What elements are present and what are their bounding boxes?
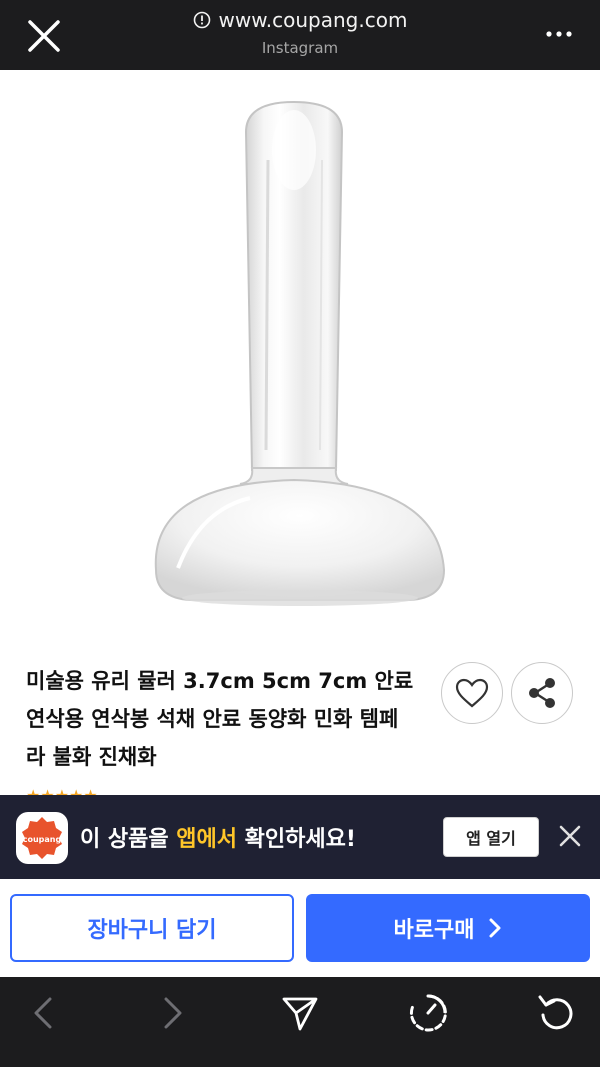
coupang-logo-text: coupang: [23, 835, 62, 844]
timer-icon[interactable]: [408, 993, 448, 1033]
product-title: 미술용 유리 뮬러 3.7cm 5cm 7cm 안료 연삭용 연삭봉 석채 안료…: [26, 669, 414, 769]
url-text: www.coupang.com: [218, 8, 408, 32]
banner-text-pre: 이 상품을: [80, 827, 177, 852]
banner-text-highlight: 앱에서: [176, 827, 238, 852]
browser-bottom-nav: [0, 977, 600, 1067]
buy-now-label: 바로구매: [393, 918, 475, 943]
heart-icon: [455, 678, 489, 708]
coupang-logo: coupang: [16, 812, 68, 864]
send-icon[interactable]: [280, 993, 320, 1033]
more-icon[interactable]: [544, 26, 574, 42]
browser-top-bar: www.coupang.com Instagram: [0, 0, 600, 70]
wishlist-button[interactable]: [441, 662, 503, 724]
glass-muller-image: [154, 100, 446, 606]
add-to-cart-button[interactable]: 장바구니 담기: [10, 894, 294, 962]
refresh-icon[interactable]: [536, 993, 576, 1033]
chevron-right-icon: [489, 918, 501, 938]
source-label: Instagram: [261, 39, 339, 57]
url-area[interactable]: www.coupang.com Instagram: [0, 8, 600, 57]
banner-text-post: 확인하세요!: [237, 827, 356, 852]
purchase-actions: 장바구니 담기 바로구매: [0, 879, 600, 977]
product-image: [0, 70, 600, 640]
app-install-banner: coupang 이 상품을 앱에서 확인하세요! 앱 열기: [0, 795, 600, 879]
coupang-badge-icon: coupang: [22, 817, 62, 859]
open-app-button[interactable]: 앱 열기: [443, 817, 539, 857]
buy-now-button[interactable]: 바로구매: [306, 894, 590, 962]
share-icon: [529, 678, 555, 708]
back-icon[interactable]: [24, 993, 64, 1033]
close-banner-icon[interactable]: [556, 822, 584, 850]
banner-message: 이 상품을 앱에서 확인하세요!: [80, 821, 356, 853]
info-icon: [193, 11, 210, 29]
share-button[interactable]: [511, 662, 573, 724]
forward-icon[interactable]: [152, 993, 192, 1033]
